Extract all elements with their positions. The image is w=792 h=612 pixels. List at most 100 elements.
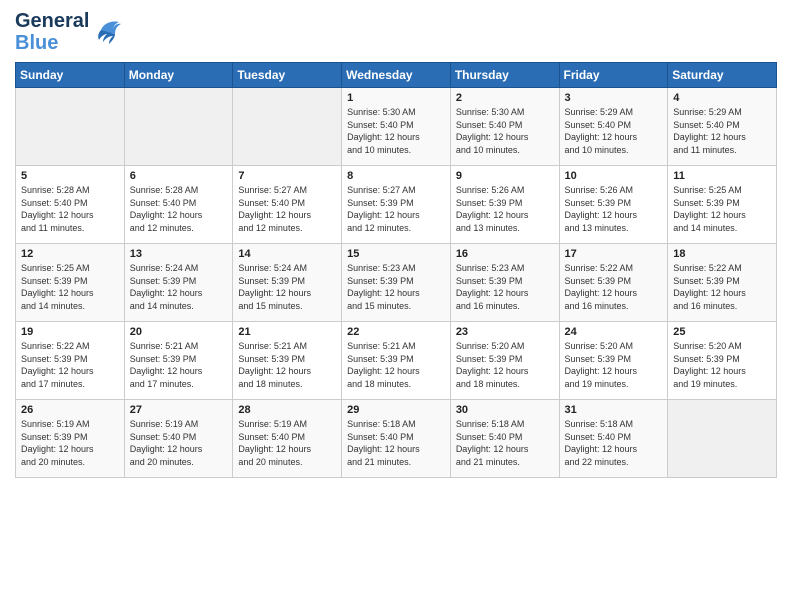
day-number: 28 bbox=[238, 404, 336, 416]
day-number: 21 bbox=[238, 326, 336, 338]
day-info: Sunrise: 5:24 AM Sunset: 5:39 PM Dayligh… bbox=[238, 262, 336, 312]
logo-bird-icon bbox=[93, 16, 123, 49]
day-info: Sunrise: 5:28 AM Sunset: 5:40 PM Dayligh… bbox=[21, 184, 119, 234]
calendar-cell: 14 Sunrise: 5:24 AM Sunset: 5:39 PM Dayli… bbox=[233, 244, 342, 322]
calendar-week-row: 5 Sunrise: 5:28 AM Sunset: 5:40 PM Daylig… bbox=[16, 166, 777, 244]
weekday-header-monday: Monday bbox=[124, 63, 233, 88]
calendar-header-row: SundayMondayTuesdayWednesdayThursdayFrid… bbox=[16, 63, 777, 88]
day-number: 26 bbox=[21, 404, 119, 416]
day-info: Sunrise: 5:18 AM Sunset: 5:40 PM Dayligh… bbox=[565, 418, 663, 468]
day-number: 8 bbox=[347, 170, 445, 182]
day-number: 30 bbox=[456, 404, 554, 416]
day-number: 9 bbox=[456, 170, 554, 182]
calendar-cell bbox=[16, 88, 125, 166]
day-number: 2 bbox=[456, 92, 554, 104]
day-info: Sunrise: 5:26 AM Sunset: 5:39 PM Dayligh… bbox=[565, 184, 663, 234]
day-number: 19 bbox=[21, 326, 119, 338]
calendar-cell: 25 Sunrise: 5:20 AM Sunset: 5:39 PM Dayli… bbox=[668, 322, 777, 400]
calendar-table: SundayMondayTuesdayWednesdayThursdayFrid… bbox=[15, 62, 777, 478]
calendar-header: General Blue bbox=[15, 10, 777, 54]
day-info: Sunrise: 5:29 AM Sunset: 5:40 PM Dayligh… bbox=[565, 106, 663, 156]
day-info: Sunrise: 5:20 AM Sunset: 5:39 PM Dayligh… bbox=[456, 340, 554, 390]
calendar-cell: 18Sunrise: 5:22 AM Sunset: 5:39 PM Dayli… bbox=[668, 244, 777, 322]
calendar-cell bbox=[124, 88, 233, 166]
day-info: Sunrise: 5:21 AM Sunset: 5:39 PM Dayligh… bbox=[347, 340, 445, 390]
day-info: Sunrise: 5:19 AM Sunset: 5:39 PM Dayligh… bbox=[21, 418, 119, 468]
weekday-header-friday: Friday bbox=[559, 63, 668, 88]
calendar-cell: 8Sunrise: 5:27 AM Sunset: 5:39 PM Daylig… bbox=[342, 166, 451, 244]
day-info: Sunrise: 5:30 AM Sunset: 5:40 PM Dayligh… bbox=[347, 106, 445, 156]
calendar-week-row: 12 Sunrise: 5:25 AM Sunset: 5:39 PM Dayli… bbox=[16, 244, 777, 322]
calendar-cell: 17 Sunrise: 5:22 AM Sunset: 5:39 PM Dayli… bbox=[559, 244, 668, 322]
day-number: 12 bbox=[21, 248, 119, 260]
weekday-header-sunday: Sunday bbox=[16, 63, 125, 88]
day-info: Sunrise: 5:19 AM Sunset: 5:40 PM Dayligh… bbox=[238, 418, 336, 468]
calendar-cell: 24Sunrise: 5:20 AM Sunset: 5:39 PM Dayli… bbox=[559, 322, 668, 400]
calendar-cell: 27 Sunrise: 5:19 AM Sunset: 5:40 PM Dayli… bbox=[124, 400, 233, 478]
day-info: Sunrise: 5:25 AM Sunset: 5:39 PM Dayligh… bbox=[673, 184, 771, 234]
calendar-cell: 31 Sunrise: 5:18 AM Sunset: 5:40 PM Dayli… bbox=[559, 400, 668, 478]
calendar-cell: 4 Sunrise: 5:29 AM Sunset: 5:40 PM Daylig… bbox=[668, 88, 777, 166]
day-number: 22 bbox=[347, 326, 445, 338]
day-info: Sunrise: 5:28 AM Sunset: 5:40 PM Dayligh… bbox=[130, 184, 228, 234]
calendar-cell: 5 Sunrise: 5:28 AM Sunset: 5:40 PM Daylig… bbox=[16, 166, 125, 244]
day-info: Sunrise: 5:27 AM Sunset: 5:40 PM Dayligh… bbox=[238, 184, 336, 234]
day-info: Sunrise: 5:19 AM Sunset: 5:40 PM Dayligh… bbox=[130, 418, 228, 468]
calendar-cell: 6 Sunrise: 5:28 AM Sunset: 5:40 PM Daylig… bbox=[124, 166, 233, 244]
calendar-cell: 19 Sunrise: 5:22 AM Sunset: 5:39 PM Dayli… bbox=[16, 322, 125, 400]
day-number: 17 bbox=[565, 248, 663, 260]
weekday-header-wednesday: Wednesday bbox=[342, 63, 451, 88]
calendar-cell: 21 Sunrise: 5:21 AM Sunset: 5:39 PM Dayli… bbox=[233, 322, 342, 400]
day-number: 3 bbox=[565, 92, 663, 104]
day-number: 5 bbox=[21, 170, 119, 182]
day-info: Sunrise: 5:20 AM Sunset: 5:39 PM Dayligh… bbox=[565, 340, 663, 390]
calendar-cell: 7 Sunrise: 5:27 AM Sunset: 5:40 PM Daylig… bbox=[233, 166, 342, 244]
calendar-cell: 30 Sunrise: 5:18 AM Sunset: 5:40 PM Dayli… bbox=[450, 400, 559, 478]
day-number: 29 bbox=[347, 404, 445, 416]
calendar-cell: 16 Sunrise: 5:23 AM Sunset: 5:39 PM Dayli… bbox=[450, 244, 559, 322]
calendar-cell bbox=[668, 400, 777, 478]
day-number: 15 bbox=[347, 248, 445, 260]
day-number: 7 bbox=[238, 170, 336, 182]
calendar-cell: 13 Sunrise: 5:24 AM Sunset: 5:39 PM Dayli… bbox=[124, 244, 233, 322]
day-info: Sunrise: 5:24 AM Sunset: 5:39 PM Dayligh… bbox=[130, 262, 228, 312]
calendar-cell: 2Sunrise: 5:30 AM Sunset: 5:40 PM Daylig… bbox=[450, 88, 559, 166]
day-info: Sunrise: 5:23 AM Sunset: 5:39 PM Dayligh… bbox=[456, 262, 554, 312]
calendar-cell: 9Sunrise: 5:26 AM Sunset: 5:39 PM Daylig… bbox=[450, 166, 559, 244]
day-number: 14 bbox=[238, 248, 336, 260]
day-info: Sunrise: 5:18 AM Sunset: 5:40 PM Dayligh… bbox=[456, 418, 554, 468]
day-number: 18 bbox=[673, 248, 771, 260]
day-number: 31 bbox=[565, 404, 663, 416]
calendar-cell: 15 Sunrise: 5:23 AM Sunset: 5:39 PM Dayli… bbox=[342, 244, 451, 322]
day-number: 27 bbox=[130, 404, 228, 416]
day-number: 6 bbox=[130, 170, 228, 182]
day-info: Sunrise: 5:22 AM Sunset: 5:39 PM Dayligh… bbox=[21, 340, 119, 390]
day-info: Sunrise: 5:25 AM Sunset: 5:39 PM Dayligh… bbox=[21, 262, 119, 312]
calendar-cell bbox=[233, 88, 342, 166]
calendar-container: General Blue SundayMondayTues bbox=[0, 0, 792, 488]
calendar-cell: 11Sunrise: 5:25 AM Sunset: 5:39 PM Dayli… bbox=[668, 166, 777, 244]
day-number: 20 bbox=[130, 326, 228, 338]
day-info: Sunrise: 5:20 AM Sunset: 5:39 PM Dayligh… bbox=[673, 340, 771, 390]
day-number: 4 bbox=[673, 92, 771, 104]
day-number: 10 bbox=[565, 170, 663, 182]
weekday-header-tuesday: Tuesday bbox=[233, 63, 342, 88]
calendar-cell: 22 Sunrise: 5:21 AM Sunset: 5:39 PM Dayli… bbox=[342, 322, 451, 400]
logo: General Blue bbox=[15, 10, 123, 54]
day-number: 1 bbox=[347, 92, 445, 104]
day-info: Sunrise: 5:29 AM Sunset: 5:40 PM Dayligh… bbox=[673, 106, 771, 156]
day-number: 16 bbox=[456, 248, 554, 260]
day-number: 13 bbox=[130, 248, 228, 260]
logo-general: General bbox=[15, 10, 89, 32]
calendar-week-row: 1 Sunrise: 5:30 AM Sunset: 5:40 PM Daylig… bbox=[16, 88, 777, 166]
day-info: Sunrise: 5:23 AM Sunset: 5:39 PM Dayligh… bbox=[347, 262, 445, 312]
day-info: Sunrise: 5:22 AM Sunset: 5:39 PM Dayligh… bbox=[565, 262, 663, 312]
day-info: Sunrise: 5:21 AM Sunset: 5:39 PM Dayligh… bbox=[130, 340, 228, 390]
weekday-header-saturday: Saturday bbox=[668, 63, 777, 88]
day-number: 25 bbox=[673, 326, 771, 338]
calendar-week-row: 19 Sunrise: 5:22 AM Sunset: 5:39 PM Dayli… bbox=[16, 322, 777, 400]
calendar-cell: 29Sunrise: 5:18 AM Sunset: 5:40 PM Dayli… bbox=[342, 400, 451, 478]
day-info: Sunrise: 5:21 AM Sunset: 5:39 PM Dayligh… bbox=[238, 340, 336, 390]
calendar-cell: 12 Sunrise: 5:25 AM Sunset: 5:39 PM Dayli… bbox=[16, 244, 125, 322]
logo-blue: Blue bbox=[15, 32, 89, 54]
